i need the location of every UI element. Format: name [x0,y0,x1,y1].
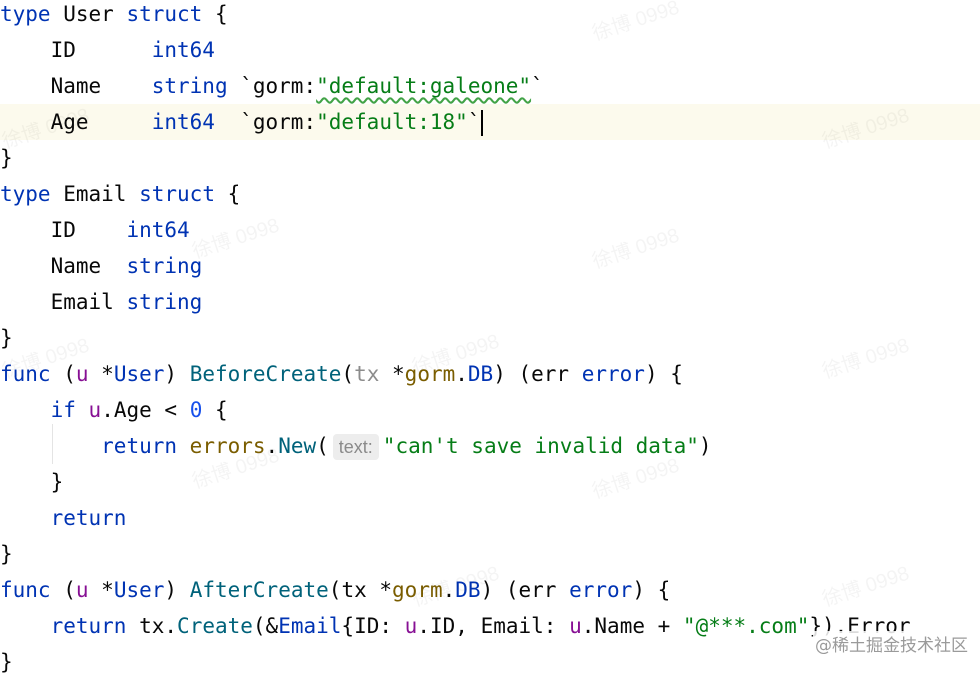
package-name: errors [189,434,266,458]
code-editor[interactable]: type User struct { ID int64 Name string … [0,0,980,674]
field-name: Age [113,398,152,422]
receiver: u [75,578,89,602]
type-name: error [569,578,633,602]
keyword: if [50,398,76,422]
code-line[interactable]: type User struct { [0,0,980,32]
code-line[interactable]: Name string `gorm:"default:galeone"` [0,68,980,104]
code-line[interactable]: func (u *User) AfterCreate(tx *gorm.DB) … [0,572,980,608]
type-name: Email [63,182,127,206]
keyword: struct [139,182,215,206]
code-line[interactable]: Email string [0,284,980,320]
string-literal: "can't save invalid data" [382,434,699,458]
parameter: tx [354,362,380,386]
receiver: u [569,614,582,638]
field-name: Name [594,614,645,638]
type-name: DB [455,578,481,602]
code-line[interactable]: } [0,320,980,356]
type-name: int64 [151,110,215,134]
field-name: Email [480,614,544,638]
type-name: User [113,362,165,386]
code-line[interactable]: return errors.New(text: "can't save inval… [0,428,980,464]
keyword: struct [126,2,203,26]
package-name: gorm [404,362,456,386]
field-name: Name [50,74,102,98]
function-name: AfterCreate [189,578,329,602]
string-literal: "@***.com" [682,614,810,638]
type-name: int64 [151,38,215,62]
code-line[interactable]: ID int64 [0,212,980,248]
parameter: err [518,578,557,602]
code-line[interactable]: } [0,464,980,500]
field-name: Name [50,254,102,278]
keyword: type [0,182,51,206]
receiver: u [88,398,102,422]
type-name: User [113,578,165,602]
function-name: New [278,434,317,458]
number-literal: 0 [189,398,203,422]
string-literal: "default:galeone" [316,74,532,98]
type-name: string [151,74,228,98]
type-name: Email [278,614,342,638]
receiver: u [404,614,418,638]
keyword: return [50,506,127,530]
text-caret [481,110,484,136]
code-line-current[interactable]: Age int64 `gorm:"default:18"` [0,104,980,140]
field-name: ID [50,38,76,62]
code-line[interactable]: return [0,500,980,536]
parameter: tx [341,578,367,602]
code-line[interactable]: Name string [0,248,980,284]
keyword: func [0,578,51,602]
function-name: Create [177,614,253,638]
code-line[interactable]: } [0,140,980,176]
field-name: Email [50,290,114,314]
keyword: return [101,434,178,458]
type-name: DB [467,362,494,386]
field-name: ID [50,218,76,242]
parameter-hint: text: [332,434,379,460]
parameter: err [531,362,570,386]
site-watermark: @稀土掘金技术社区 [813,631,970,656]
keyword: return [50,614,127,638]
type-name: string [126,290,203,314]
keyword: func [0,362,51,386]
code-line[interactable]: type Email struct { [0,176,980,212]
field-name: ID [429,614,456,638]
function-name: BeforeCreate [189,362,342,386]
package-name: gorm [392,578,443,602]
field-name: ID [354,614,380,638]
code-line[interactable]: if u.Age < 0 { [0,392,980,428]
string-literal: "default:18" [316,110,468,134]
parameter: tx [139,614,165,638]
receiver: u [75,362,89,386]
code-line[interactable]: ID int64 [0,32,980,68]
keyword: type [0,2,51,26]
code-line[interactable]: } [0,536,980,572]
code-line[interactable]: func (u *User) BeforeCreate(tx *gorm.DB)… [0,356,980,392]
type-name: error [581,362,645,386]
field-name: Age [50,110,89,134]
type-name: string [126,254,203,278]
type-name: User [63,2,114,26]
type-name: int64 [126,218,190,242]
